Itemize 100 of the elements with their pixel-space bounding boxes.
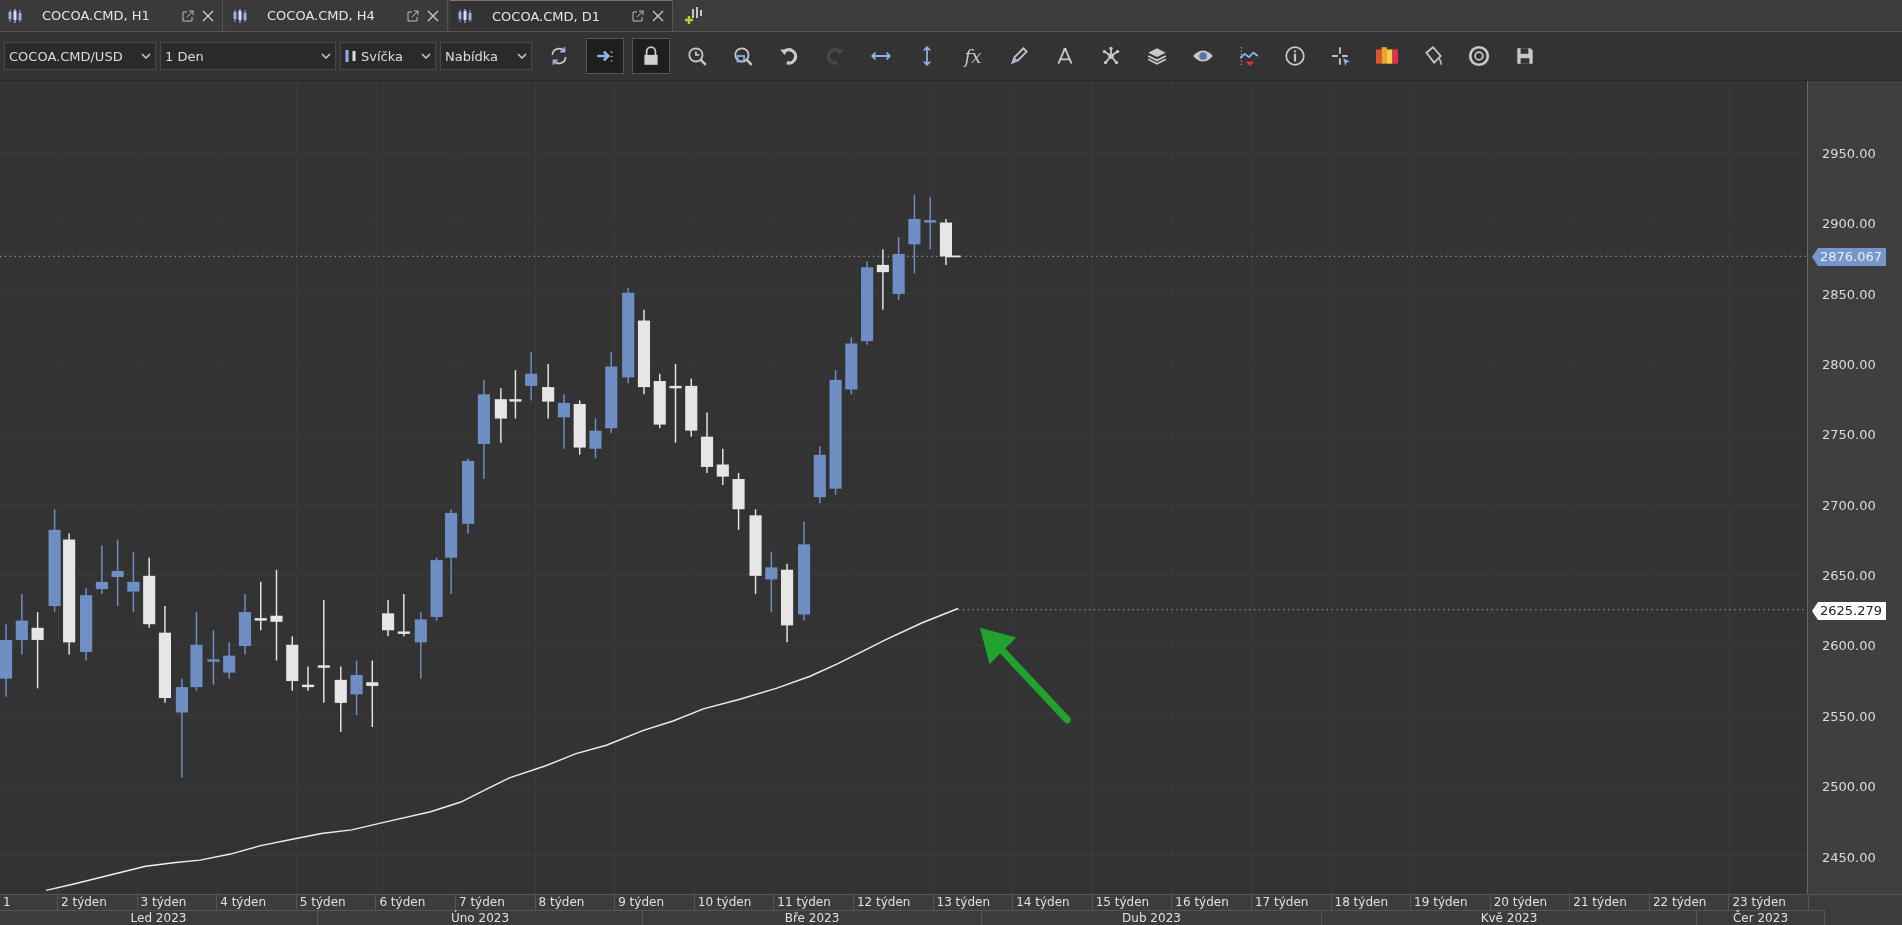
candle	[430, 556, 443, 622]
close-icon[interactable]	[652, 10, 664, 22]
week-label: 23 týden	[1729, 895, 1810, 910]
candle	[845, 336, 858, 396]
candle	[509, 369, 522, 420]
week-label: 5 týden	[296, 895, 377, 910]
candle	[382, 599, 395, 638]
candle	[254, 581, 267, 631]
month-label: Bře 2023	[643, 910, 982, 925]
zoom-in-icon	[686, 45, 708, 67]
candle	[525, 351, 538, 402]
month-label: Čer 2023	[1697, 910, 1825, 925]
candle	[573, 399, 586, 456]
week-label: 1	[0, 895, 58, 910]
candle	[813, 445, 826, 504]
week-label: 9 týden	[615, 895, 695, 910]
dropdown[interactable]: 1 Den	[160, 42, 336, 70]
price-tick-label: 2650.00	[1822, 568, 1876, 585]
week-label: 7 týden	[455, 895, 536, 910]
candle	[494, 387, 507, 444]
month-label: Dub 2023	[982, 910, 1322, 925]
candle	[350, 659, 363, 716]
candle	[366, 659, 379, 728]
add-chart-icon[interactable]	[683, 5, 703, 26]
arrow-right-button[interactable]	[586, 38, 624, 74]
caret-icon	[421, 53, 431, 59]
dropdown[interactable]: Svíčka	[340, 42, 436, 70]
week-label: 22 týden	[1649, 895, 1730, 910]
formula-button[interactable]: fx	[954, 38, 992, 74]
week-label: 18 týden	[1331, 895, 1412, 910]
candlestick-icon	[458, 8, 472, 24]
week-label: 19 týden	[1411, 895, 1491, 910]
candlestick-icon	[233, 7, 247, 24]
month-label: Kvě 2023	[1322, 910, 1697, 925]
week-label: 12 týden	[853, 895, 934, 910]
candle	[924, 196, 937, 250]
tab-label: COCOA.CMD, D1	[492, 8, 602, 24]
week-label: 20 týden	[1490, 895, 1571, 910]
price-tick-label: 2900.00	[1822, 216, 1876, 233]
pencil-icon	[1008, 45, 1030, 67]
candle	[111, 538, 124, 607]
dropdown[interactable]: COCOA.CMD/USD	[4, 42, 156, 70]
candle	[589, 417, 602, 460]
close-icon[interactable]	[427, 9, 439, 22]
candle	[207, 629, 220, 686]
week-label: 11 týden	[774, 895, 854, 910]
candle	[397, 593, 410, 638]
week-label: 8 týden	[535, 895, 616, 910]
caret-icon	[517, 53, 527, 59]
candle	[334, 665, 347, 733]
candle	[302, 665, 315, 692]
lock-button[interactable]	[632, 38, 670, 74]
price-marker: 2876.067	[1812, 248, 1887, 266]
week-label: 10 týden	[694, 895, 775, 910]
candlestick-icon	[345, 48, 357, 64]
caret-icon	[141, 53, 151, 59]
popout-icon[interactable]	[407, 9, 419, 22]
month-label: Úno 2023	[318, 910, 643, 925]
paint-bucket-icon	[1422, 45, 1444, 67]
candle	[939, 218, 962, 266]
candle	[223, 641, 236, 680]
week-label: 3 týden	[137, 895, 218, 910]
candle	[700, 411, 714, 474]
week-label: 6 týden	[376, 895, 456, 910]
week-label: 17 týden	[1251, 895, 1332, 910]
week-label: 4 týden	[217, 895, 297, 910]
candle	[557, 393, 570, 450]
candle	[286, 635, 299, 692]
candle	[716, 448, 729, 486]
network-icon	[1100, 45, 1122, 67]
popout-icon[interactable]	[182, 9, 194, 22]
save-icon	[1514, 45, 1536, 67]
chart-tab[interactable]: COCOA.CMD, D1	[450, 0, 673, 31]
price-tick-label: 2550.00	[1822, 708, 1876, 725]
month-label: Led 2023	[0, 910, 318, 925]
price-marker: 2625.279	[1812, 602, 1887, 620]
price-tick-label: 2600.00	[1822, 638, 1876, 655]
info-icon	[1284, 45, 1306, 67]
candle	[892, 236, 905, 301]
candlestick-icon	[8, 7, 22, 24]
price-tick-label: 2750.00	[1822, 427, 1876, 444]
dropdown[interactable]: Nabídka	[440, 42, 532, 70]
price-tick-label: 2450.00	[1822, 849, 1876, 866]
popout-icon[interactable]	[632, 10, 644, 22]
week-label: 2 týden	[58, 895, 138, 910]
week-label: 21 týden	[1570, 895, 1650, 910]
close-icon[interactable]	[202, 9, 214, 22]
aperture-icon	[1468, 45, 1490, 67]
candle	[95, 544, 108, 595]
week-label: 16 týden	[1172, 895, 1252, 910]
week-label: 14 týden	[1013, 895, 1093, 910]
candle	[765, 550, 778, 613]
indicator-chart-icon	[1238, 45, 1260, 67]
candle	[127, 550, 140, 613]
price-tick-label: 2500.00	[1822, 779, 1876, 796]
candle	[653, 373, 666, 429]
zoom-out-icon	[732, 45, 754, 67]
week-label: 15 týden	[1092, 895, 1173, 910]
tab-label: COCOA.CMD, H1	[42, 8, 151, 23]
candle	[876, 248, 889, 311]
